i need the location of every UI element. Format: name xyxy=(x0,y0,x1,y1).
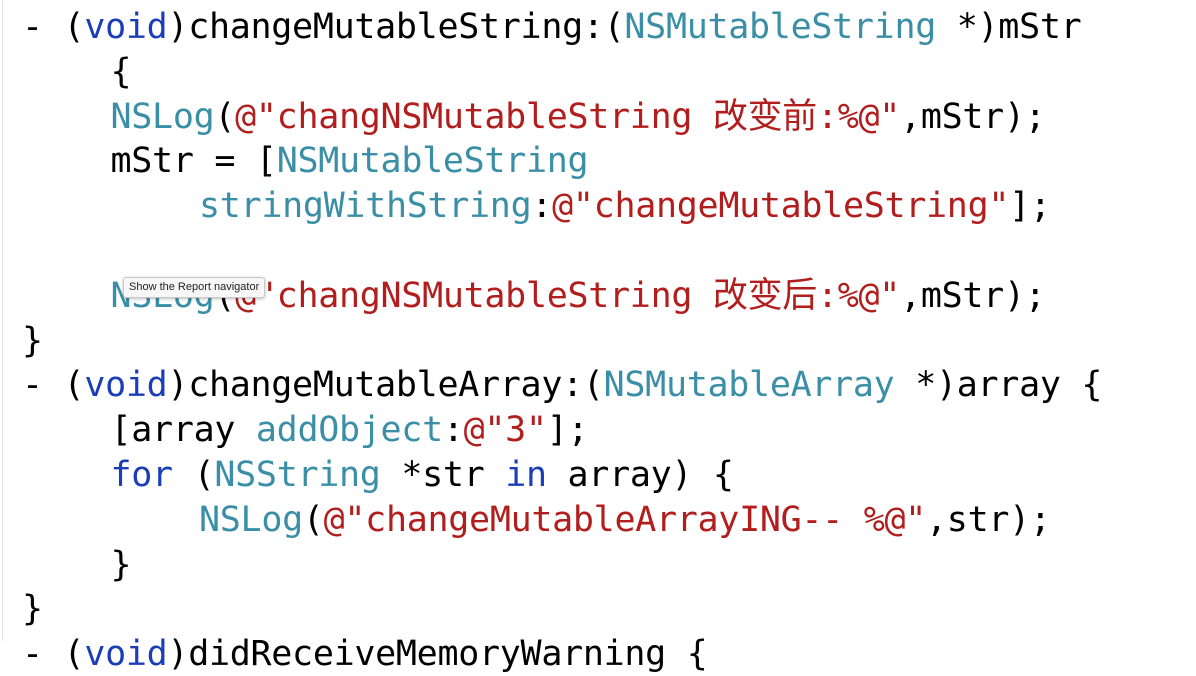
code-token-plain: - ( xyxy=(22,634,85,675)
code-token-keyword: for xyxy=(110,455,174,495)
code-token-plain: } xyxy=(22,589,43,630)
code-token-type: NSString xyxy=(214,455,381,495)
code-token-string: @"changeMutableString" xyxy=(552,186,1010,227)
code-token-plain: )didReceiveMemoryWarning { xyxy=(167,634,708,675)
code-line[interactable]: - (void)changeMutableString:(NSMutableSt… xyxy=(22,5,1082,49)
code-token-keyword: void xyxy=(84,365,168,406)
code-line[interactable]: } xyxy=(111,543,132,587)
code-token-type: NSLog xyxy=(199,499,303,540)
code-token-plain: - ( xyxy=(22,365,85,406)
code-token-plain: ,str); xyxy=(926,499,1051,540)
code-token-plain: ,mStr); xyxy=(900,96,1046,137)
code-line[interactable]: { xyxy=(111,50,132,94)
code-line[interactable]: NSLog(@"changeMutableArrayING-- %@",str)… xyxy=(199,498,1051,542)
code-token-type: NSMutableString xyxy=(624,7,936,47)
code-token-plain: [array xyxy=(110,410,256,451)
code-line[interactable]: NSLog(@"changNSMutableString 改变前:%@",mSt… xyxy=(111,95,1046,139)
code-token-plain: : xyxy=(442,410,464,451)
code-token-plain: ( xyxy=(214,96,236,137)
code-token-plain: ,mStr); xyxy=(900,275,1046,316)
code-token-plain: ( xyxy=(302,499,324,540)
code-token-plain: mStr = [ xyxy=(110,141,277,182)
code-token-plain: *)mStr xyxy=(935,7,1082,47)
report-navigator-tooltip: Show the Report navigator xyxy=(123,277,266,298)
code-token-plain: *)array { xyxy=(894,365,1103,406)
code-token-type: NSMutableString xyxy=(276,141,589,182)
code-token-plain: } xyxy=(110,544,132,585)
code-line[interactable]: for (NSString *str in array) { xyxy=(110,453,735,497)
code-line[interactable]: stringWithString:@"changeMutableString"]… xyxy=(199,184,1051,228)
code-token-string: @"changNSMutableString 改变前:%@" xyxy=(235,96,901,137)
code-token-plain: ( xyxy=(172,455,215,495)
code-token-plain: ]; xyxy=(1009,186,1051,227)
code-line[interactable]: - (void)changeMutableArray:(NSMutableArr… xyxy=(22,363,1102,407)
code-token-string: @"changNSMutableString 改变后:%@" xyxy=(235,275,901,316)
code-token-plain: *str xyxy=(380,455,506,495)
code-token-plain: { xyxy=(110,51,132,92)
code-editor[interactable]: - (void)changeMutableString:(NSMutableSt… xyxy=(0,0,1196,674)
gutter-border xyxy=(2,0,3,641)
code-token-plain: array) { xyxy=(546,455,734,495)
code-token-plain: } xyxy=(22,320,43,361)
code-token-plain: : xyxy=(531,186,553,227)
code-line[interactable]: mStr = [NSMutableString xyxy=(111,139,589,183)
code-token-type: addObject xyxy=(255,410,443,451)
code-token-plain: ]; xyxy=(546,410,589,451)
code-line[interactable]: [array addObject:@"3"]; xyxy=(111,408,589,452)
code-token-string: @"3" xyxy=(463,410,547,451)
code-token-keyword: void xyxy=(84,7,168,47)
code-line[interactable]: - (void)didReceiveMemoryWarning { xyxy=(22,632,708,676)
code-line[interactable]: } xyxy=(22,587,43,631)
code-token-plain: )changeMutableString:( xyxy=(167,7,625,47)
code-token-type: NSLog xyxy=(110,96,215,137)
code-token-plain: )changeMutableArray:( xyxy=(167,365,604,406)
code-token-keyword: void xyxy=(84,634,168,675)
code-token-type: stringWithString xyxy=(199,186,532,227)
code-token-type: NSMutableArray xyxy=(603,365,895,406)
code-token-keyword: in xyxy=(505,455,547,495)
code-line[interactable]: } xyxy=(22,319,43,363)
code-token-plain: - ( xyxy=(22,7,85,47)
code-token-string: @"changeMutableArrayING-- %@" xyxy=(323,499,927,540)
